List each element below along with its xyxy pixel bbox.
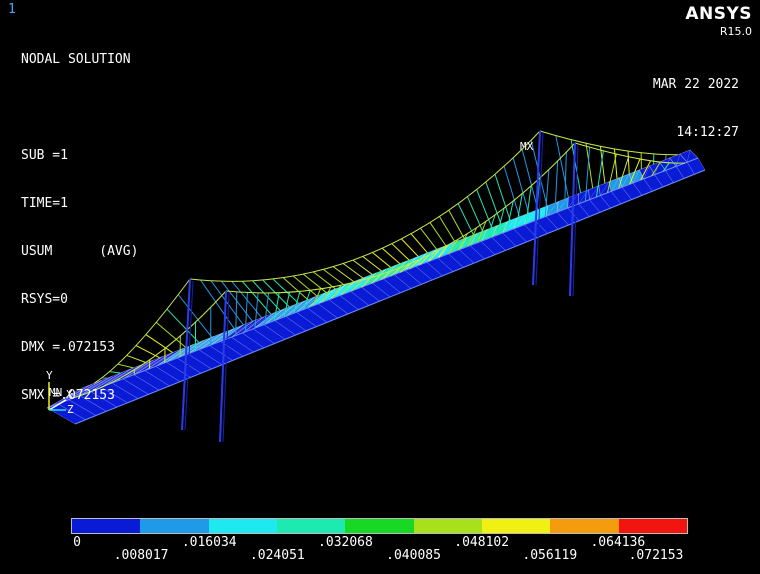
legend-label: .024051 <box>249 548 305 563</box>
legend-band <box>276 519 346 533</box>
info-dmx: DMX =.072153 <box>21 340 115 355</box>
legend-label: .016034 <box>181 535 237 550</box>
info-smx: SMX =.072153 <box>21 388 115 403</box>
graphics-viewport[interactable]: Y X Z MN MX 1 NODAL SOLUTION SUB =1 TIME… <box>0 0 760 574</box>
legend-label: .040085 <box>386 548 441 563</box>
legend-label: .008017 <box>113 548 169 563</box>
legend-band <box>550 519 619 533</box>
window-number: 1 <box>8 2 16 17</box>
legend-band <box>140 519 209 533</box>
legend-label: .056119 <box>522 548 578 563</box>
bridge-deck <box>46 149 706 425</box>
info-usum: USUM (AVG) <box>21 244 139 259</box>
timestamp: MAR 22 2022 14:12:27 <box>653 45 739 173</box>
info-title: NODAL SOLUTION <box>21 52 131 67</box>
info-time: TIME=1 <box>21 196 68 211</box>
info-rsys: RSYS=0 <box>21 292 68 307</box>
max-marker: MX <box>520 140 534 153</box>
legend-band <box>208 519 277 533</box>
legend-label: .072153 <box>628 548 684 563</box>
legend-band <box>345 519 414 533</box>
time-text: 14:12:27 <box>676 125 739 140</box>
info-sub: SUB =1 <box>21 148 68 163</box>
date-text: MAR 22 2022 <box>652 77 739 92</box>
ansys-logo: ANSYS R15.0 <box>685 4 752 38</box>
legend-label: .048102 <box>454 535 510 550</box>
legend-band <box>481 519 551 533</box>
solution-info: NODAL SOLUTION SUB =1 TIME=1 USUM (AVG) … <box>21 20 138 436</box>
legend-band <box>413 519 482 533</box>
brand-name: ANSYS <box>685 4 752 24</box>
legend-label: 0 <box>73 535 81 550</box>
contour-legend-bar <box>71 518 688 534</box>
legend-band <box>72 519 141 533</box>
brand-version: R15.0 <box>719 25 752 38</box>
legend-label: .032068 <box>318 535 373 550</box>
legend-band <box>618 519 687 533</box>
